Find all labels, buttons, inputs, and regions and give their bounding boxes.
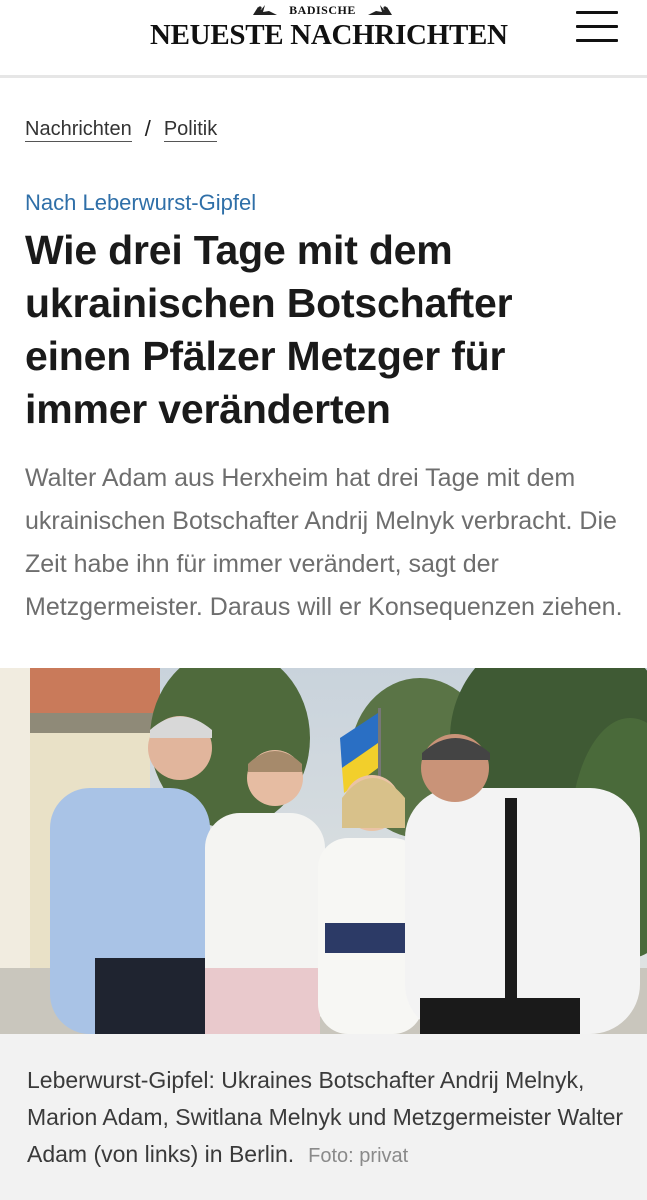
article-teaser: Walter Adam aus Herxheim hat drei Tage m… <box>25 464 623 621</box>
menu-line <box>576 11 618 14</box>
griffin-crest-icon <box>253 5 278 15</box>
breadcrumb-separator: / <box>144 116 151 141</box>
site-logo[interactable]: BADISCHE NEUESTE NACHRICHTEN <box>150 2 508 52</box>
photo-credit: Foto: privat <box>308 1145 409 1167</box>
photo-caption: Leberwurst-Gipfel: Ukraines Botschafter … <box>27 1062 627 1175</box>
site-header: BADISCHE NEUESTE NACHRICHTEN <box>0 0 647 78</box>
logo-top-row: BADISCHE <box>150 2 495 18</box>
breadcrumb-link-nachrichten[interactable]: Nachrichten <box>25 117 132 142</box>
menu-line <box>576 39 618 42</box>
photo-illustration <box>0 668 647 1034</box>
breadcrumb: Nachrichten / Politik <box>25 116 218 142</box>
breadcrumb-link-politik[interactable]: Politik <box>163 117 218 142</box>
hamburger-menu-icon[interactable] <box>576 11 618 45</box>
menu-line <box>576 25 618 28</box>
photo-caption-box: Leberwurst-Gipfel: Ukraines Botschafter … <box>0 1034 647 1200</box>
logo-main-text: NEUESTE NACHRICHTEN <box>150 19 508 51</box>
lion-crest-icon <box>367 5 392 15</box>
article-photo[interactable] <box>0 668 647 1034</box>
article-kicker: Nach Leberwurst-Gipfel <box>25 190 257 215</box>
logo-small-text: BADISCHE <box>289 2 356 17</box>
article-headline: Wie drei Tage mit dem ukrainischen Botsc… <box>25 227 513 432</box>
